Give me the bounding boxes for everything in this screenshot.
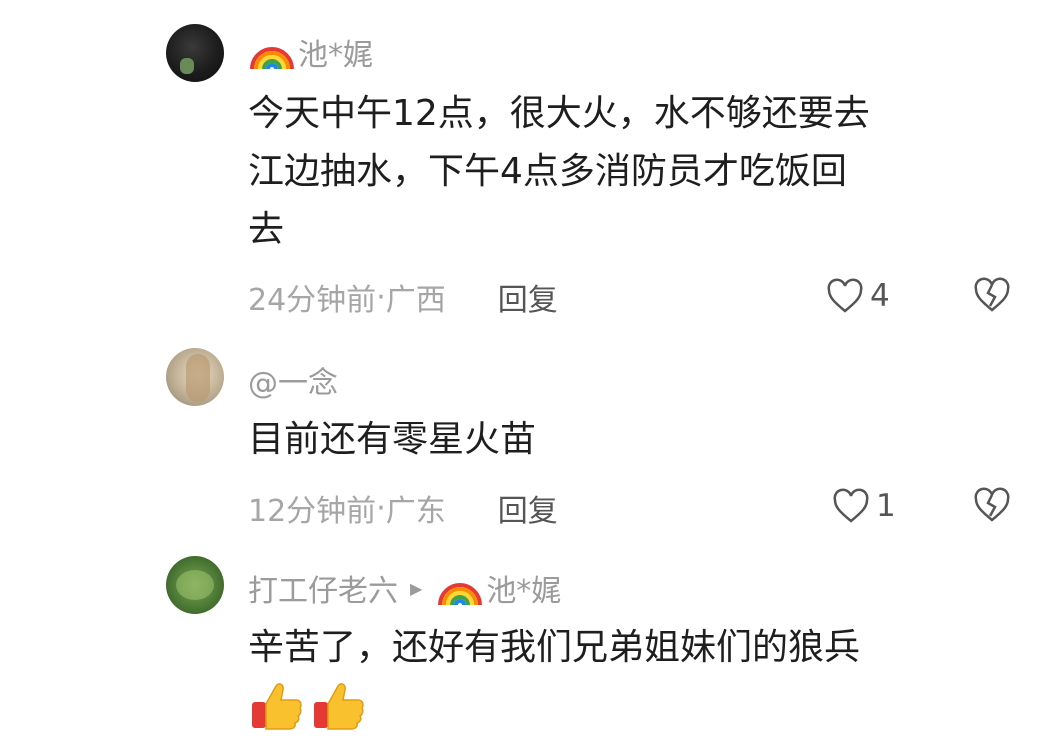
timestamp: 12分钟前 bbox=[248, 494, 377, 529]
like-count: 1 bbox=[876, 488, 896, 524]
comment-header: 打工仔老六 ▶ 池*娓 bbox=[248, 566, 561, 610]
avatar-icon[interactable] bbox=[166, 556, 224, 614]
dislike-button[interactable] bbox=[972, 486, 1012, 526]
username[interactable]: 池*娓 bbox=[298, 30, 373, 74]
like-button[interactable]: 1 bbox=[832, 486, 896, 526]
comment-header: 池*娓 bbox=[248, 30, 373, 74]
comment-header: @一念 bbox=[248, 358, 338, 402]
username[interactable]: 打工仔老六 bbox=[248, 566, 398, 610]
heart-icon bbox=[833, 488, 869, 523]
broken-heart-icon bbox=[974, 487, 1010, 522]
meta-separator: · bbox=[376, 490, 386, 526]
comment-text: 今天中午12点，很大火，水不够还要去 江边抽水，下午4点多消防员才吃饭回 去 bbox=[248, 93, 870, 250]
rainbow-icon bbox=[436, 569, 484, 607]
comment-text: 目前还有零星火苗 bbox=[248, 419, 537, 460]
comment-meta: 24分钟前 · 广西 回复 bbox=[248, 275, 558, 319]
meta-separator: · bbox=[376, 279, 386, 315]
reply-button[interactable]: 回复 bbox=[498, 486, 558, 530]
like-button[interactable]: 4 bbox=[826, 276, 890, 316]
comment-text: 辛苦了，还好有我们兄弟姐妹们的狼兵 bbox=[248, 627, 861, 668]
emoji-row bbox=[248, 680, 366, 732]
thumbs-up-icon bbox=[252, 683, 302, 730]
broken-heart-icon bbox=[974, 277, 1010, 312]
reply-button[interactable]: 回复 bbox=[498, 275, 558, 319]
timestamp: 24分钟前 bbox=[248, 283, 377, 318]
reply-to-username[interactable]: 池*娓 bbox=[486, 566, 561, 610]
avatar-icon[interactable] bbox=[166, 348, 224, 406]
comment-meta: 12分钟前 · 广东 回复 bbox=[248, 486, 558, 530]
thumbs-up-icon bbox=[314, 683, 364, 730]
like-count: 4 bbox=[870, 278, 890, 314]
reply-arrow-icon: ▶ bbox=[410, 578, 423, 598]
dislike-button[interactable] bbox=[972, 276, 1012, 316]
username[interactable]: @一念 bbox=[248, 358, 338, 402]
location: 广东 bbox=[385, 494, 446, 529]
rainbow-icon bbox=[248, 33, 296, 71]
location: 广西 bbox=[385, 283, 446, 318]
heart-icon bbox=[827, 278, 863, 313]
avatar-icon[interactable] bbox=[166, 24, 224, 82]
